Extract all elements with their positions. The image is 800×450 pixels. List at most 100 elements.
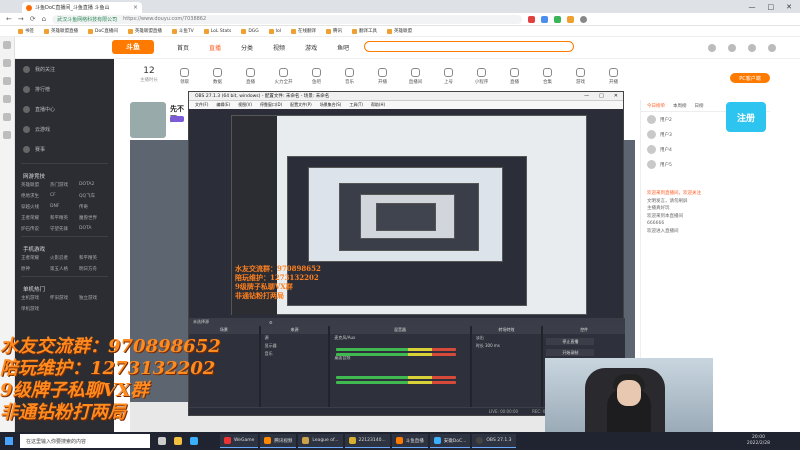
menu-item[interactable]: 文件(F) xyxy=(195,102,208,108)
taskbar-clock[interactable]: 20:00 2022/2/28 xyxy=(747,435,770,447)
taskbar-app[interactable]: OBS 27.1.3 xyxy=(472,434,516,448)
maximize-icon[interactable]: □ xyxy=(768,3,775,11)
minimize-icon[interactable]: — xyxy=(584,93,589,99)
sidebar-tool-icon[interactable] xyxy=(3,59,11,67)
category-link[interactable]: 绝地求生 xyxy=(21,193,50,199)
gear-icon[interactable]: ⚙ xyxy=(269,320,273,325)
tab-week[interactable]: 本周榜 xyxy=(673,103,687,109)
url-input[interactable]: 武汉斗鱼网络科技有限公司 https://www.douyu.com/70388… xyxy=(52,14,523,24)
menu-item[interactable]: 帮助(H) xyxy=(371,102,385,108)
feature-item[interactable]: 领取 xyxy=(168,66,201,85)
category-link[interactable]: QQ飞车 xyxy=(79,193,108,199)
category-link[interactable]: 主机游戏 xyxy=(21,295,50,301)
category-link[interactable]: 炉石传说 xyxy=(21,226,50,232)
extension-icon[interactable] xyxy=(567,15,575,23)
category-link[interactable]: 英雄联盟 xyxy=(21,182,50,188)
category-link[interactable]: 热门游戏 xyxy=(50,182,79,188)
nav-fishbar[interactable]: 鱼吧 xyxy=(337,43,349,52)
nav-home[interactable]: 首页 xyxy=(177,43,189,52)
stop-stream-button[interactable]: 停止直播 xyxy=(546,338,595,345)
sidebar-tool-icon[interactable] xyxy=(3,41,11,49)
category-link[interactable]: DOTA xyxy=(79,226,108,232)
rank-user[interactable]: 用户4 xyxy=(641,142,770,157)
sidebar-item-cloud[interactable]: 云游戏 xyxy=(15,119,114,139)
tab-today[interactable]: 今日榜单 xyxy=(647,103,665,109)
menu-item[interactable]: 停靠窗口(D) xyxy=(260,102,282,108)
bookmark[interactable]: lol xyxy=(269,29,281,34)
streamer-avatar[interactable] xyxy=(130,102,166,138)
category-link[interactable]: 魔兽世界 xyxy=(79,215,108,221)
sidebar-item-rank[interactable]: 排行榜 xyxy=(15,79,114,99)
source-item[interactable]: 源 xyxy=(261,334,329,342)
category-link[interactable]: CF xyxy=(50,193,79,199)
feature-item[interactable]: 数据 xyxy=(201,66,234,85)
nav-category[interactable]: 分类 xyxy=(241,43,253,52)
tab-day[interactable]: 日榜 xyxy=(695,103,704,109)
taskview-icon[interactable] xyxy=(158,437,166,445)
category-link[interactable]: 守望先锋 xyxy=(50,226,79,232)
start-button[interactable] xyxy=(0,432,18,450)
bookmark[interactable]: 翻译工具 xyxy=(352,28,377,34)
nav-video[interactable]: 视频 xyxy=(273,43,285,52)
folder-icon[interactable] xyxy=(174,437,182,445)
category-link[interactable]: 和平精英 xyxy=(79,255,108,261)
feature-item[interactable]: 上号 xyxy=(432,66,465,85)
category-link[interactable]: 怀旧游戏 xyxy=(50,295,79,301)
category-link[interactable]: 单机游戏 xyxy=(21,306,50,312)
taskbar-search-input[interactable]: 在这里输入你要搜索的内容 xyxy=(20,434,150,448)
source-item[interactable]: 音乐 xyxy=(261,350,329,358)
feature-item[interactable]: 直播间 xyxy=(399,66,432,85)
category-link[interactable]: 和平精英 xyxy=(50,215,79,221)
nav-game[interactable]: 游戏 xyxy=(305,43,317,52)
feature-item[interactable]: 直播 xyxy=(234,66,267,85)
menu-item[interactable]: 编辑(E) xyxy=(216,102,230,108)
taskbar-app[interactable]: 斗鱼直播 xyxy=(391,434,428,448)
start-recording-button[interactable]: 开始录制 xyxy=(546,349,595,356)
bookmark[interactable]: DoC直播间 xyxy=(88,28,118,34)
transition-select[interactable]: 淡出 xyxy=(472,334,542,342)
sidebar-tool-icon[interactable] xyxy=(3,77,11,85)
extension-icon[interactable] xyxy=(554,15,562,23)
category-link[interactable]: DOTA2 xyxy=(79,182,108,188)
promo-banner[interactable]: 注册 xyxy=(726,102,766,132)
bookmark[interactable]: LoL Stats xyxy=(204,29,232,34)
sidebar-item-center[interactable]: 直播中心 xyxy=(15,99,114,119)
browser-icon[interactable] xyxy=(190,437,198,445)
menu-item[interactable]: 场景集合(S) xyxy=(320,102,342,108)
taskbar-app[interactable]: WeGame xyxy=(220,434,259,448)
category-link[interactable]: DNF xyxy=(50,204,79,210)
extension-icon[interactable] xyxy=(528,15,536,23)
category-link[interactable]: 王者荣耀 xyxy=(21,255,50,261)
browser-tab[interactable]: 斗鱼DoC直播间_斗鱼直播 斗鱼山 × xyxy=(22,2,142,13)
douyu-search-input[interactable] xyxy=(364,41,574,52)
sidebar-tool-icon[interactable] xyxy=(3,131,11,139)
pc-client-button[interactable]: PC客户端 xyxy=(730,73,770,83)
feature-item[interactable]: 开播 xyxy=(366,66,399,85)
profile-icon[interactable] xyxy=(580,15,588,23)
follow-icon[interactable] xyxy=(728,44,736,52)
feature-item[interactable]: 小程序 xyxy=(465,66,498,85)
home-icon[interactable]: ⌂ xyxy=(42,15,46,23)
category-link[interactable]: 独立游戏 xyxy=(79,295,108,301)
category-link[interactable]: 传奇 xyxy=(79,204,108,210)
feature-item[interactable]: 开播 xyxy=(597,66,630,85)
sidebar-tool-icon[interactable] xyxy=(3,95,11,103)
nav-live[interactable]: 直播 xyxy=(209,43,221,52)
bookmark[interactable]: 英雄联盟 xyxy=(387,28,412,34)
douyu-logo[interactable]: 斗鱼 xyxy=(112,40,154,54)
menu-item[interactable]: 配置文件(P) xyxy=(290,102,312,108)
bookmark[interactable]: 英雄联盟直播 xyxy=(128,28,162,34)
feature-item[interactable]: 游戏 xyxy=(564,66,597,85)
bookmark[interactable]: 书签 xyxy=(18,28,34,34)
taskbar-app[interactable]: 腾讯视频 xyxy=(260,434,297,448)
source-item[interactable]: 显示器 xyxy=(261,342,329,350)
bookmark[interactable]: 英雄联盟直播 xyxy=(44,28,78,34)
category-link[interactable]: 明日方舟 xyxy=(79,266,108,272)
feature-item[interactable]: 音乐 xyxy=(333,66,366,85)
bookmark[interactable]: 腾讯 xyxy=(326,28,342,34)
close-window-icon[interactable]: ✕ xyxy=(786,3,792,11)
rank-user[interactable]: 用户5 xyxy=(641,157,770,172)
close-tab-icon[interactable]: × xyxy=(133,4,138,11)
sidebar-item-follow[interactable]: 我的关注 xyxy=(15,59,114,79)
reload-icon[interactable]: ⟳ xyxy=(30,15,36,23)
